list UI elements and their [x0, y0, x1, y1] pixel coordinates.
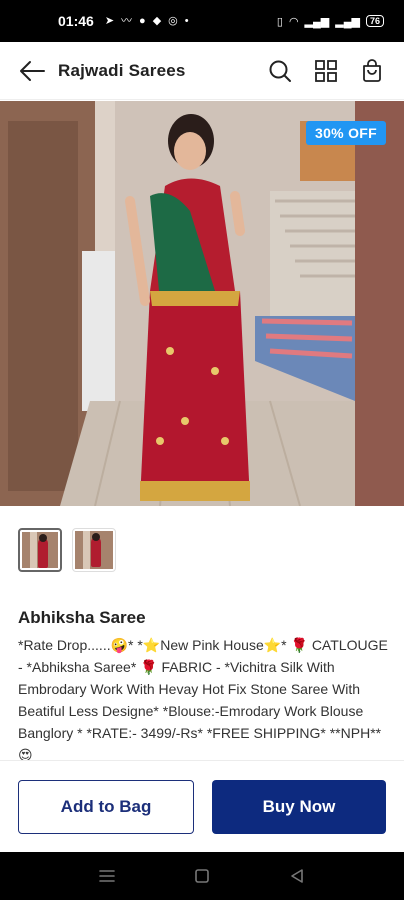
thumbnail-strip — [18, 528, 116, 572]
product-image[interactable]: 30% OFF — [0, 101, 404, 506]
status-left: 01:46 ➤ 〰 ● ◆ ◎ • — [58, 13, 189, 29]
thumbnail-head — [39, 534, 47, 542]
signal-icon-2: ▂▄▆ — [335, 15, 360, 28]
signal-icon: ▂▄▆ — [304, 15, 330, 28]
thumbnail-wall — [30, 532, 37, 568]
thumbnail-head — [92, 533, 100, 541]
search-icon — [269, 60, 291, 82]
square-icon — [195, 869, 209, 883]
wifi-icon: ◠ — [288, 15, 299, 28]
product-photo — [0, 101, 404, 506]
instagram-icon: ◎ — [168, 14, 178, 27]
action-bar: Add to Bag Buy Now — [0, 760, 404, 852]
categories-button[interactable] — [310, 55, 342, 87]
discount-badge: 30% OFF — [305, 121, 386, 145]
page-title: Rajwadi Sarees — [58, 60, 186, 80]
facebook-icon: ● — [139, 14, 146, 27]
shopping-bag-icon — [363, 58, 381, 82]
back-button[interactable] — [16, 55, 48, 87]
telegram-icon: ➤ — [104, 14, 115, 27]
menu-icon — [99, 870, 116, 882]
thumbnail-image — [22, 532, 58, 568]
activity-icon: 〰 — [121, 14, 133, 27]
product-description: *Rate Drop......🤪* *⭐New Pink House⭐* 🌹 … — [18, 637, 388, 763]
nav-home-button[interactable] — [182, 856, 222, 896]
nav-recents-button[interactable] — [87, 856, 127, 896]
app-actions — [264, 55, 388, 87]
battery-icon: 76 — [365, 15, 384, 27]
buy-now-button[interactable]: Buy Now — [212, 779, 386, 834]
search-button[interactable] — [264, 55, 296, 87]
thumbnail-figure — [38, 538, 48, 568]
app-icon: ◆ — [152, 14, 162, 27]
triangle-back-icon — [290, 869, 303, 883]
app-bar: Rajwadi Sarees — [0, 42, 404, 100]
vibrate-icon: ▯ — [276, 15, 283, 28]
thumbnail-wall — [83, 531, 90, 569]
bag-button[interactable] — [356, 55, 388, 87]
dot-icon: • — [184, 14, 189, 27]
thumbnail-2[interactable] — [72, 528, 116, 572]
status-bar: 01:46 ➤ 〰 ● ◆ ◎ • ▯ ◠ ▂▄▆ ▂▄▆ 76 — [0, 0, 404, 42]
thumbnail-1[interactable] — [18, 528, 62, 572]
thumbnail-image — [75, 531, 113, 569]
thumbnail-figure — [91, 537, 101, 567]
add-to-bag-button[interactable]: Add to Bag — [18, 779, 194, 834]
product-name: Abhiksha Saree — [18, 608, 146, 627]
status-right: ▯ ◠ ▂▄▆ ▂▄▆ 76 — [277, 15, 384, 28]
system-nav-bar — [0, 852, 404, 900]
grid-icon — [315, 59, 337, 82]
arrow-left-icon — [20, 60, 45, 81]
status-time: 01:46 — [58, 13, 94, 29]
product-details: Abhiksha Saree *Rate Drop......🤪* *⭐New … — [18, 608, 388, 778]
nav-back-button[interactable] — [277, 856, 317, 896]
